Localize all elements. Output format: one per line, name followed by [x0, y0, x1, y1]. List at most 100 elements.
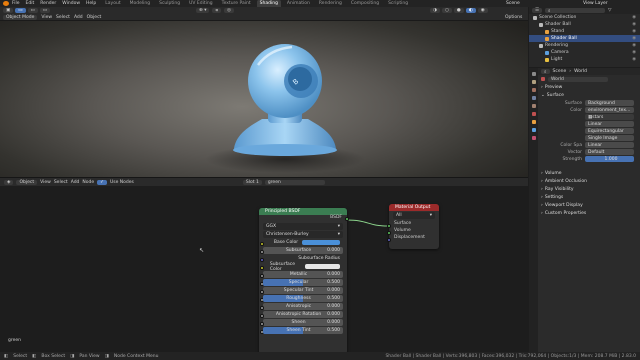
outliner-item[interactable]: Scene Collection ◉: [529, 14, 640, 21]
blender-logo-icon[interactable]: [3, 1, 9, 6]
snap-button[interactable]: ⌗: [212, 8, 222, 14]
outliner-item[interactable]: Rendering ◉: [529, 42, 640, 49]
proportional-edit-button[interactable]: ◎: [224, 8, 234, 13]
material-output-node[interactable]: Material Output All ▾ Surface Volume Disp…: [387, 204, 439, 249]
image-setting-field[interactable]: Linear: [538, 121, 640, 127]
subsurface-color-swatch[interactable]: [305, 264, 341, 269]
image-name-field[interactable]: ▦ stars: [585, 114, 634, 120]
section-custom-properties[interactable]: › Custom Properties: [538, 209, 640, 217]
transform-orientation-button[interactable]: ⊕ ▾: [196, 8, 210, 13]
visibility-eye-icon[interactable]: ◉: [632, 22, 636, 27]
visibility-eye-icon[interactable]: ◉: [632, 36, 636, 41]
section-preview[interactable]: › Preview: [538, 83, 640, 91]
color-space-value[interactable]: Linear: [585, 142, 634, 148]
section-volume[interactable]: › Volume: [538, 169, 640, 177]
bsdf-prop-4[interactable]: Metallic 0.000: [260, 271, 343, 278]
bsdf-input-socket[interactable]: [260, 322, 264, 326]
filter-icon[interactable]: ▽: [608, 8, 611, 13]
bsdf-prop-9[interactable]: Anisotropic Rotation 0.000: [260, 311, 343, 318]
shading-rendered-button[interactable]: ◉: [477, 8, 488, 13]
vector-value[interactable]: Default: [585, 149, 634, 155]
material-name-field[interactable]: green: [264, 179, 325, 185]
material-tab-icon[interactable]: [531, 136, 536, 140]
image-setting-value[interactable]: Single Image: [585, 135, 634, 141]
bsdf-prop-3[interactable]: Subsurface Color: [260, 262, 343, 272]
tool-tab-icon[interactable]: [531, 72, 536, 76]
world-name-field[interactable]: World: [548, 76, 608, 82]
section-viewport-display[interactable]: › Viewport Display: [538, 201, 640, 209]
slot-dropdown[interactable]: Slot 1: [242, 179, 262, 185]
viewport-menu-add[interactable]: Add: [74, 15, 83, 20]
bsdf-input-socket[interactable]: [260, 290, 264, 294]
visibility-eye-icon[interactable]: ◉: [632, 50, 636, 55]
tab-modeling[interactable]: Modeling: [127, 0, 153, 7]
node-editor-canvas[interactable]: Principled BSDF BSDF GGX ▾ Christensen-Bu…: [0, 186, 528, 352]
select-mode-button-2[interactable]: ▭: [39, 8, 51, 13]
shader-type-dropdown[interactable]: Object: [16, 179, 38, 185]
bsdf-node-title[interactable]: Principled BSDF: [259, 208, 347, 215]
menu-render[interactable]: Render: [40, 1, 56, 6]
distribution-dropdown[interactable]: GGX ▾: [263, 223, 343, 230]
shading-material-button[interactable]: ◐: [465, 8, 476, 13]
shading-wireframe-button[interactable]: ○: [441, 8, 452, 13]
modifier-tab-icon[interactable]: [531, 128, 536, 132]
image-setting-field[interactable]: Single Image: [538, 135, 640, 141]
bsdf-input-socket[interactable]: [260, 258, 264, 262]
menu-window[interactable]: Window: [62, 1, 80, 6]
tab-layout[interactable]: Layout: [102, 0, 123, 7]
outliner-search-input[interactable]: ⌕: [545, 8, 606, 14]
color-field[interactable]: Color environment_tex...: [538, 107, 640, 113]
world-selector[interactable]: World: [538, 75, 640, 83]
select-mode-button[interactable]: ▭: [27, 8, 38, 13]
bsdf-input-socket[interactable]: [260, 274, 264, 278]
strength-value[interactable]: 1.000: [585, 156, 634, 162]
strength-field[interactable]: Strength 1.000: [538, 156, 640, 162]
bsdf-input-socket[interactable]: [260, 266, 264, 270]
tab-shading[interactable]: Shading: [256, 0, 281, 7]
displacement-input-socket[interactable]: [387, 238, 391, 242]
outliner-item[interactable]: Shader Ball ◉: [529, 21, 640, 28]
scene-tab-icon[interactable]: [531, 104, 536, 108]
bsdf-prop-7[interactable]: Roughness 0.500: [260, 295, 343, 302]
tab-scripting[interactable]: Scripting: [385, 0, 411, 7]
tab-animation[interactable]: Animation: [284, 0, 313, 7]
volume-input-socket[interactable]: [387, 231, 391, 235]
node-menu-add[interactable]: Add: [71, 180, 80, 185]
image-setting-field[interactable]: Equirectangular: [538, 128, 640, 134]
node-menu-select[interactable]: Select: [54, 180, 68, 185]
viewport-menu-select[interactable]: Select: [56, 15, 70, 20]
tab-rendering[interactable]: Rendering: [316, 0, 345, 7]
view-layer-tab-icon[interactable]: [531, 96, 536, 100]
properties-search-input[interactable]: ⌕: [541, 69, 550, 75]
node-editor-type-button[interactable]: ◈: [4, 179, 14, 185]
surface-field[interactable]: Surface Background: [538, 100, 640, 106]
bsdf-prop-5[interactable]: Specular 0.500: [260, 279, 343, 286]
principled-bsdf-node[interactable]: Principled BSDF BSDF GGX ▾ Christensen-Bu…: [259, 208, 349, 352]
bsdf-prop-8[interactable]: Anisotropic 0.000: [260, 303, 343, 310]
vector-field[interactable]: Vector Default: [538, 149, 640, 155]
3d-viewport[interactable]: B: [0, 21, 528, 177]
outliner-item[interactable]: Camera ◉: [529, 49, 640, 56]
output-tab-icon[interactable]: [531, 88, 536, 92]
overlays-button[interactable]: ◑: [430, 8, 440, 13]
color-space-field[interactable]: Color Spa Linear: [538, 142, 640, 148]
bsdf-input-socket[interactable]: [260, 314, 264, 318]
tab-sculpting[interactable]: Sculpting: [156, 0, 183, 7]
base-color-swatch[interactable]: [301, 240, 340, 245]
section-ray-visibility[interactable]: › Ray Visibility: [538, 185, 640, 193]
output-node-title[interactable]: Material Output: [389, 204, 439, 211]
object-mode-dropdown[interactable]: Object Mode: [3, 15, 38, 20]
bsdf-input-socket[interactable]: [260, 242, 264, 246]
select-tool-button[interactable]: ▭: [15, 8, 26, 13]
section-surface[interactable]: ⌄ Surface: [538, 91, 640, 99]
outliner-item[interactable]: Light ◉: [529, 56, 640, 63]
bsdf-input-socket[interactable]: [260, 306, 264, 310]
node-menu-view[interactable]: View: [40, 180, 51, 185]
bsdf-prop-10[interactable]: Sheen 0.000: [260, 319, 343, 326]
world-tab-icon[interactable]: [531, 112, 536, 116]
visibility-eye-icon[interactable]: ◉: [632, 29, 636, 34]
node-menu-node[interactable]: Node: [82, 180, 94, 185]
options-button[interactable]: Options: [505, 15, 522, 20]
object-tab-icon[interactable]: [531, 120, 536, 124]
visibility-eye-icon[interactable]: ◉: [632, 43, 636, 48]
